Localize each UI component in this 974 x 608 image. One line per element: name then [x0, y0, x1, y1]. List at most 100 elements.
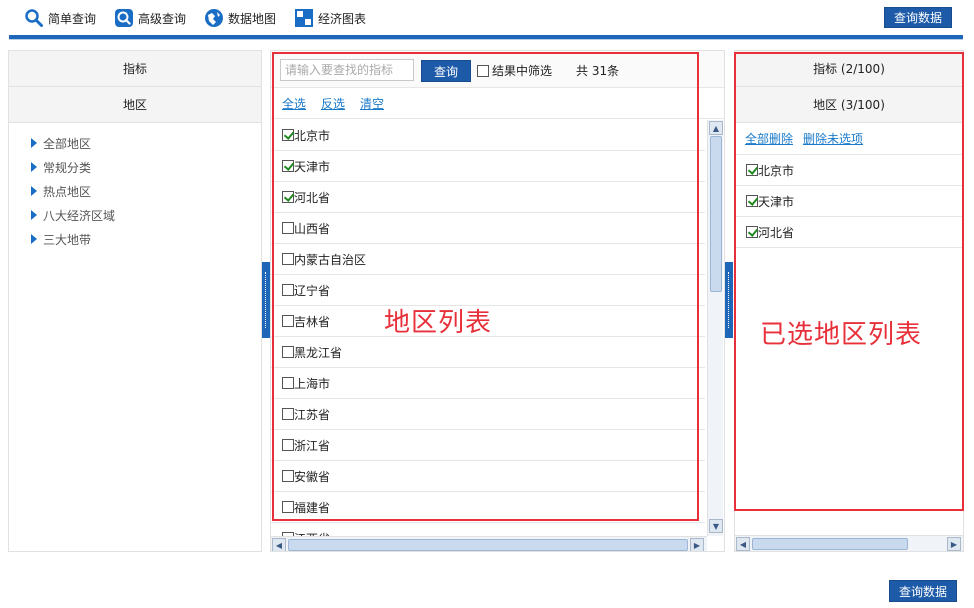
region-name: 山西省 — [294, 221, 331, 236]
indicator-search-input[interactable] — [280, 59, 414, 81]
region-name: 安徽省 — [294, 469, 331, 484]
simple-query-tab[interactable]: 简单查询 — [24, 7, 96, 29]
region-checkbox[interactable] — [282, 160, 294, 172]
scroll-left-button[interactable]: ◀ — [272, 538, 286, 551]
region-name: 天津市 — [294, 159, 331, 174]
region-row[interactable]: 天津市 — [271, 151, 705, 182]
data-map-label: 数据地图 — [228, 11, 277, 26]
region-name: 内蒙古自治区 — [294, 252, 367, 267]
region-row[interactable]: 山西省 — [271, 213, 705, 244]
data-map-tab[interactable]: 数据地图 — [204, 7, 276, 29]
tree-item-label: 全部地区 — [43, 136, 92, 151]
expand-triangle-icon — [31, 234, 37, 244]
selected-region-row[interactable]: 天津市 — [735, 186, 963, 217]
query-data-button-top[interactable]: 查询数据 — [884, 7, 952, 28]
region-row[interactable]: 黑龙江省 — [271, 337, 705, 368]
tree-item-label: 三大地带 — [43, 232, 92, 247]
tree-item-label: 热点地区 — [43, 184, 92, 199]
region-row[interactable]: 福建省 — [271, 492, 705, 523]
tree-item-eight-economic-zones[interactable]: 八大经济区域 — [9, 203, 261, 227]
tree-item-label: 八大经济区域 — [43, 208, 116, 223]
top-toolbar: 简单查询 高级查询 数据地图 经济图表 查询数据 — [0, 0, 974, 36]
region-checkbox[interactable] — [282, 315, 294, 327]
scroll-left-button[interactable]: ◀ — [736, 537, 750, 551]
advanced-search-icon — [114, 8, 134, 28]
filter-in-results[interactable]: 结果中筛选 — [477, 62, 552, 79]
left-splitter-handle[interactable] — [262, 262, 270, 338]
region-checkbox[interactable] — [282, 129, 294, 141]
region-row[interactable]: 北京市 — [271, 120, 705, 151]
selected-indicator-tab[interactable]: 指标 (2/100) — [735, 51, 963, 87]
region-row[interactable]: 安徽省 — [271, 461, 705, 492]
selected-region-row[interactable]: 河北省 — [735, 217, 963, 248]
region-checkbox[interactable] — [282, 346, 294, 358]
search-button[interactable]: 查询 — [421, 60, 471, 82]
region-name: 上海市 — [294, 376, 331, 391]
tab-region[interactable]: 地区 — [9, 87, 261, 123]
selected-region-panel: 指标 (2/100) 地区 (3/100) 全部删除 删除未选项 北京市 天津市河… — [734, 50, 964, 552]
tab-indicator[interactable]: 指标 — [9, 51, 261, 87]
region-row[interactable]: 上海市 — [271, 368, 705, 399]
scroll-right-button[interactable]: ▶ — [947, 537, 961, 551]
scroll-up-button[interactable]: ▲ — [709, 121, 723, 135]
expand-triangle-icon — [31, 138, 37, 148]
scroll-down-button[interactable]: ▼ — [709, 519, 723, 533]
region-checkbox[interactable] — [282, 408, 294, 420]
scroll-thumb[interactable] — [710, 136, 722, 292]
right-splitter-handle[interactable] — [725, 262, 733, 338]
region-list-panel: 查询 结果中筛选 共 31条 全选 反选 清空 北京市天津市河北省山西省内蒙古自… — [270, 50, 725, 552]
simple-query-label: 简单查询 — [48, 11, 97, 26]
region-row[interactable]: 江苏省 — [271, 399, 705, 430]
left-nav-panel: 指标 地区 全部地区 常规分类 热点地区 八大经济区域 三大地带 — [8, 50, 262, 552]
tree-item-three-belts[interactable]: 三大地带 — [9, 227, 261, 251]
region-checkbox[interactable] — [282, 377, 294, 389]
invert-selection-link[interactable]: 反选 — [321, 95, 345, 112]
economic-chart-tab[interactable]: 经济图表 — [294, 7, 366, 29]
region-tree: 全部地区 常规分类 热点地区 八大经济区域 三大地带 — [9, 123, 261, 251]
tree-item-label: 常规分类 — [43, 160, 92, 175]
expand-triangle-icon — [31, 186, 37, 196]
tree-item-all-regions[interactable]: 全部地区 — [9, 131, 261, 155]
selected-region-row[interactable]: 北京市 — [735, 155, 963, 186]
hscroll-thumb[interactable] — [752, 538, 908, 550]
select-all-link[interactable]: 全选 — [282, 95, 306, 112]
region-checkbox[interactable] — [282, 253, 294, 265]
tree-item-hot-regions[interactable]: 热点地区 — [9, 179, 261, 203]
selected-actions: 全部删除 删除未选项 — [735, 123, 963, 155]
region-row[interactable]: 内蒙古自治区 — [271, 244, 705, 275]
region-checkbox[interactable] — [282, 191, 294, 203]
region-checkbox[interactable] — [282, 284, 294, 296]
region-row[interactable]: 浙江省 — [271, 430, 705, 461]
delete-unselected-link[interactable]: 删除未选项 — [803, 130, 863, 147]
selected-region-checkbox[interactable] — [746, 226, 758, 238]
region-row[interactable]: 河北省 — [271, 182, 705, 213]
selected-region-name: 河北省 — [758, 225, 795, 240]
region-checkbox[interactable] — [282, 439, 294, 451]
region-name: 吉林省 — [294, 314, 331, 329]
region-name: 河北省 — [294, 190, 331, 205]
hscroll-thumb[interactable] — [288, 539, 688, 551]
region-checkbox[interactable] — [282, 470, 294, 482]
tree-item-regular[interactable]: 常规分类 — [9, 155, 261, 179]
filter-checkbox[interactable] — [477, 64, 489, 77]
selected-hscrollbar[interactable]: ◀ ▶ — [735, 535, 963, 551]
region-checkbox[interactable] — [282, 501, 294, 513]
delete-all-link[interactable]: 全部删除 — [745, 130, 793, 147]
region-checkbox[interactable] — [282, 222, 294, 234]
scroll-right-button[interactable]: ▶ — [690, 538, 704, 551]
selected-region-checkbox[interactable] — [746, 195, 758, 207]
selected-region-tab[interactable]: 地区 (3/100) — [735, 87, 963, 123]
region-name: 辽宁省 — [294, 283, 331, 298]
filter-label: 结果中筛选 — [492, 64, 553, 78]
advanced-query-label: 高级查询 — [138, 11, 187, 26]
expand-triangle-icon — [31, 210, 37, 220]
region-name: 黑龙江省 — [294, 345, 343, 360]
region-list-hscrollbar[interactable]: ◀ ▶ — [271, 536, 707, 551]
region-list-vscrollbar[interactable]: ▲ ▼ — [707, 120, 723, 536]
clear-link[interactable]: 清空 — [360, 95, 384, 112]
advanced-query-tab[interactable]: 高级查询 — [114, 7, 186, 29]
region-row[interactable]: 江西省 — [271, 523, 705, 536]
selected-region-list: 北京市 天津市河北省 — [735, 155, 963, 248]
selected-region-checkbox[interactable] — [746, 164, 758, 176]
query-data-button-bottom[interactable]: 查询数据 — [889, 580, 957, 602]
